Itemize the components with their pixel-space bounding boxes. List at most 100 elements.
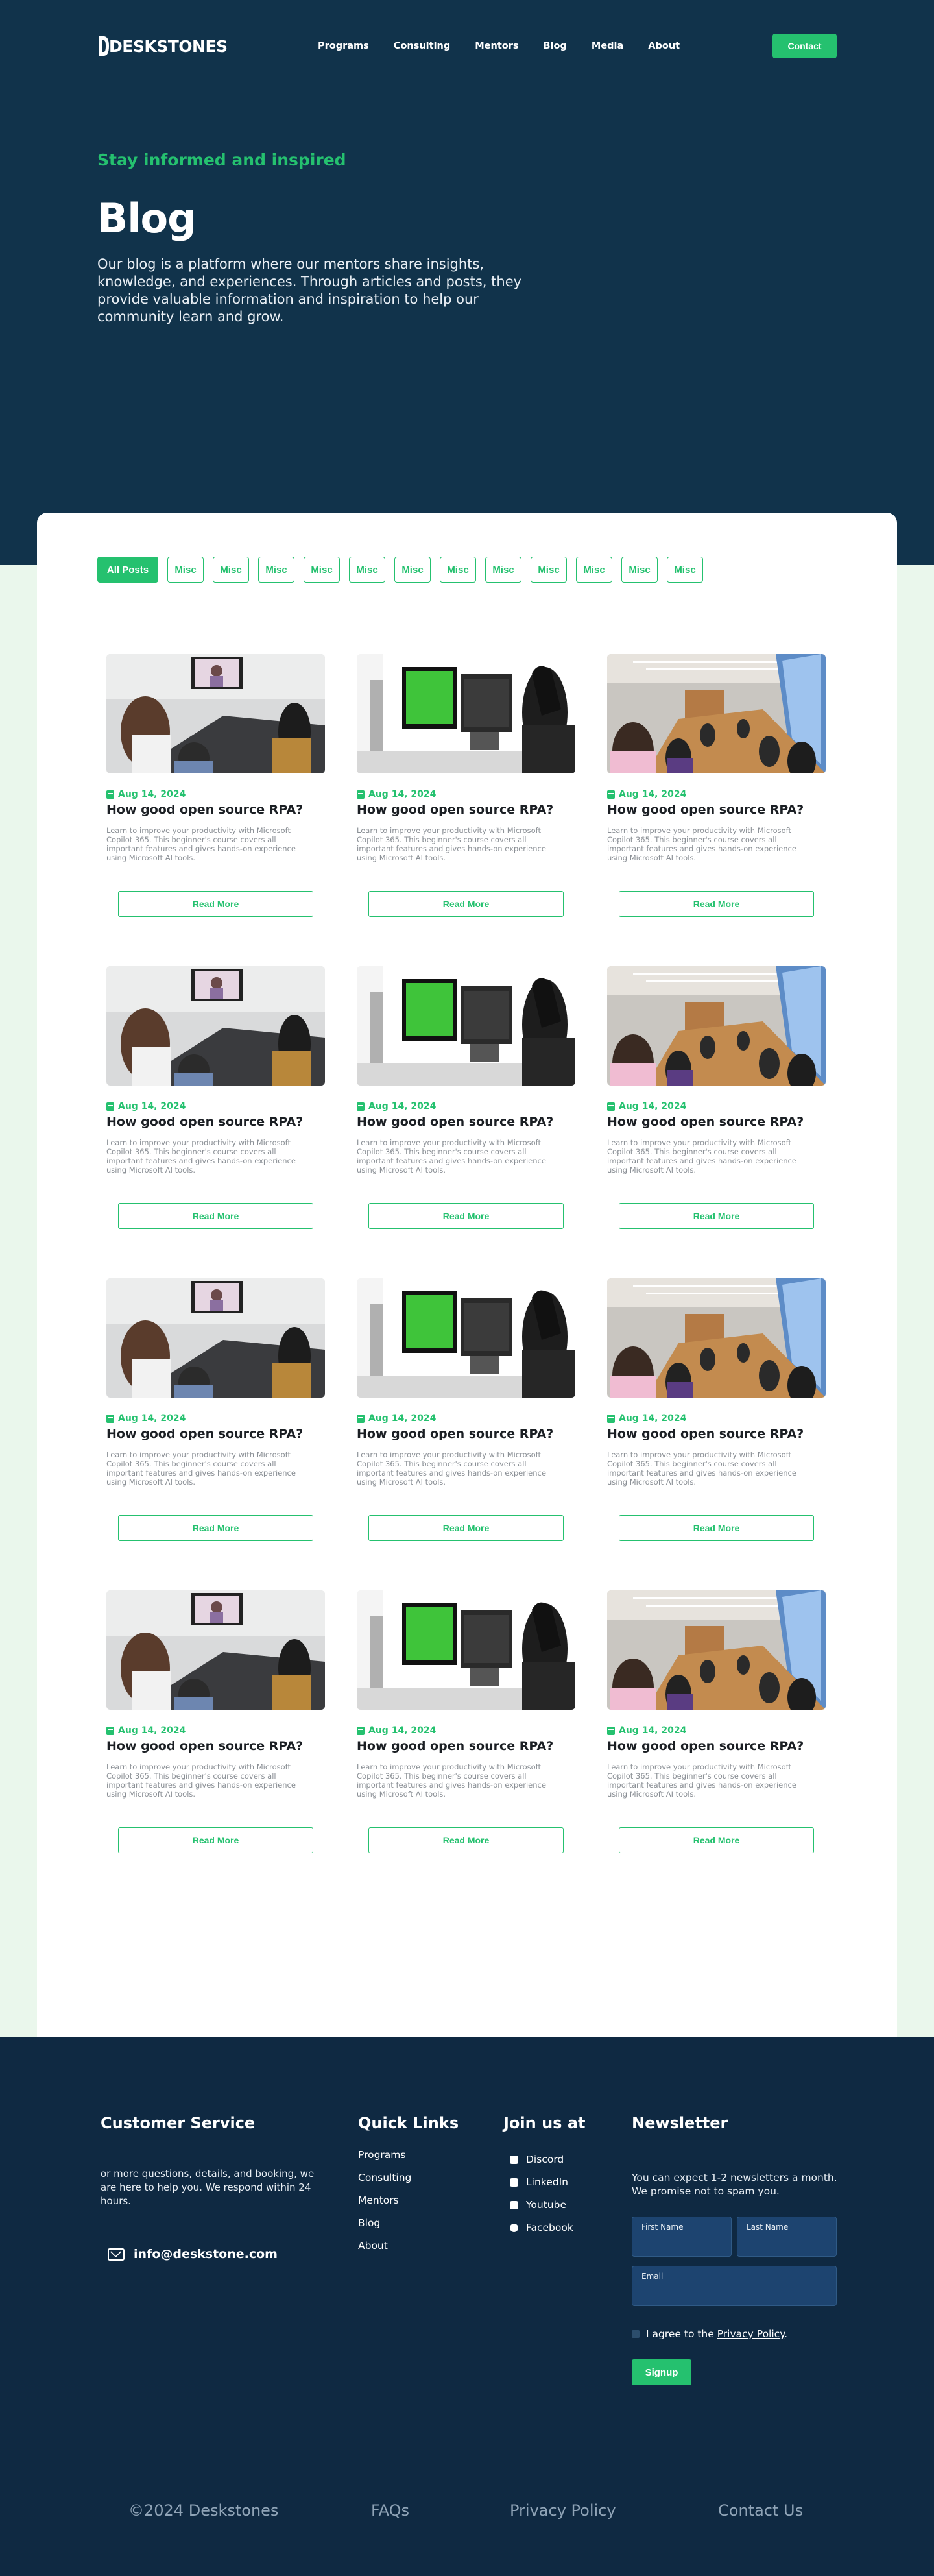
post-thumbnail[interactable] [607, 1590, 826, 1710]
privacy-policy-footer-link[interactable]: Privacy Policy [510, 2501, 616, 2520]
filter-chip-misc[interactable]: Misc [440, 557, 476, 583]
read-more-button[interactable]: Read More [368, 1827, 564, 1853]
privacy-checkbox[interactable] [632, 2330, 640, 2338]
post-thumbnail[interactable] [357, 1278, 575, 1398]
calendar-icon [357, 1726, 365, 1735]
post-thumbnail[interactable] [106, 966, 325, 1086]
read-more-button[interactable]: Read More [368, 1515, 564, 1541]
blog-post-card[interactable]: Aug 14, 2024 How good open source RPA? L… [357, 1278, 575, 1590]
blog-post-card[interactable]: Aug 14, 2024 How good open source RPA? L… [357, 654, 575, 966]
first-name-field[interactable]: First Name [632, 2217, 732, 2257]
filter-chip-all-posts[interactable]: All Posts [97, 557, 158, 583]
contact-button[interactable]: Contact [772, 34, 837, 58]
nav-link-consulting[interactable]: Consulting [394, 41, 450, 51]
post-title[interactable]: How good open source RPA? [607, 1115, 804, 1129]
post-title[interactable]: How good open source RPA? [607, 803, 804, 817]
blog-post-card[interactable]: Aug 14, 2024 How good open source RPA? L… [106, 654, 325, 966]
read-more-button[interactable]: Read More [619, 1203, 814, 1229]
last-name-input[interactable] [747, 2239, 827, 2250]
read-more-button[interactable]: Read More [368, 1203, 564, 1229]
post-date: Aug 14, 2024 [607, 1413, 686, 1424]
post-date-text: Aug 14, 2024 [368, 1413, 437, 1424]
filter-chip-misc[interactable]: Misc [213, 557, 249, 583]
first-name-input[interactable] [641, 2239, 722, 2250]
faqs-link[interactable]: FAQs [371, 2501, 409, 2520]
footer-link-about[interactable]: About [358, 2240, 411, 2252]
read-more-button[interactable]: Read More [118, 891, 313, 917]
filter-chip-misc[interactable]: Misc [667, 557, 703, 583]
footer-link-mentors[interactable]: Mentors [358, 2194, 411, 2206]
email-input[interactable] [641, 2289, 827, 2299]
signup-button[interactable]: Signup [632, 2359, 691, 2385]
filter-chip-misc[interactable]: Misc [531, 557, 567, 583]
read-more-button[interactable]: Read More [118, 1515, 313, 1541]
post-title[interactable]: How good open source RPA? [357, 1427, 553, 1441]
filter-chip-misc[interactable]: Misc [621, 557, 658, 583]
blog-post-card[interactable]: Aug 14, 2024 How good open source RPA? L… [607, 1590, 826, 1902]
post-title[interactable]: How good open source RPA? [106, 803, 303, 817]
blog-post-card[interactable]: Aug 14, 2024 How good open source RPA? L… [106, 966, 325, 1278]
post-date: Aug 14, 2024 [357, 1725, 436, 1736]
filter-chip-misc[interactable]: Misc [258, 557, 294, 583]
last-name-field[interactable]: Last Name [737, 2217, 837, 2257]
post-title[interactable]: How good open source RPA? [357, 803, 553, 817]
blog-post-card[interactable]: Aug 14, 2024 How good open source RPA? L… [607, 654, 826, 966]
privacy-policy-link[interactable]: Privacy Policy [717, 2328, 784, 2340]
post-thumbnail[interactable] [607, 1278, 826, 1398]
filter-chip-misc[interactable]: Misc [167, 557, 204, 583]
post-thumbnail[interactable] [357, 966, 575, 1086]
social-link-facebook[interactable]: Facebook [510, 2222, 573, 2233]
nav-link-about[interactable]: About [648, 41, 680, 51]
post-thumbnail[interactable] [357, 654, 575, 773]
footer-link-blog[interactable]: Blog [358, 2217, 411, 2229]
read-more-button[interactable]: Read More [619, 891, 814, 917]
read-more-button[interactable]: Read More [619, 1515, 814, 1541]
newsletter-text: You can expect 1-2 newsletters a month. … [632, 2172, 837, 2197]
read-more-button[interactable]: Read More [619, 1827, 814, 1853]
social-link-youtube[interactable]: Youtube [510, 2199, 573, 2211]
blog-post-card[interactable]: Aug 14, 2024 How good open source RPA? L… [607, 1278, 826, 1590]
email-link[interactable]: info@deskstone.com [108, 2247, 278, 2261]
blog-post-card[interactable]: Aug 14, 2024 How good open source RPA? L… [357, 1590, 575, 1902]
filter-chip-misc[interactable]: Misc [485, 557, 521, 583]
post-thumbnail[interactable] [607, 966, 826, 1086]
post-title[interactable]: How good open source RPA? [106, 1115, 303, 1129]
post-thumbnail[interactable] [106, 1278, 325, 1398]
post-thumbnail[interactable] [357, 1590, 575, 1710]
read-more-button[interactable]: Read More [368, 891, 564, 917]
blog-post-card[interactable]: Aug 14, 2024 How good open source RPA? L… [106, 1590, 325, 1902]
post-excerpt: Learn to improve your productivity with … [607, 826, 796, 862]
post-title[interactable]: How good open source RPA? [607, 1427, 804, 1441]
post-thumbnail[interactable] [607, 654, 826, 773]
brand-logo[interactable]: DESKSTONES [97, 35, 228, 57]
social-link-discord[interactable]: Discord [510, 2154, 573, 2165]
nav-link-programs[interactable]: Programs [318, 41, 369, 51]
read-more-button[interactable]: Read More [118, 1827, 313, 1853]
blog-post-card[interactable]: Aug 14, 2024 How good open source RPA? L… [607, 966, 826, 1278]
post-excerpt: Learn to improve your productivity with … [106, 1138, 296, 1174]
filter-chip-misc[interactable]: Misc [304, 557, 340, 583]
nav-link-mentors[interactable]: Mentors [475, 41, 518, 51]
nav-link-media[interactable]: Media [592, 41, 623, 51]
post-title[interactable]: How good open source RPA? [106, 1427, 303, 1441]
filter-chip-misc[interactable]: Misc [394, 557, 431, 583]
calendar-icon [106, 1414, 114, 1423]
post-title[interactable]: How good open source RPA? [106, 1739, 303, 1753]
post-thumbnail[interactable] [106, 654, 325, 773]
email-field[interactable]: Email [632, 2266, 837, 2306]
post-title[interactable]: How good open source RPA? [357, 1115, 553, 1129]
social-link-linkedin[interactable]: LinkedIn [510, 2176, 573, 2188]
footer-link-programs[interactable]: Programs [358, 2149, 411, 2161]
nav-link-blog[interactable]: Blog [544, 41, 567, 51]
post-title[interactable]: How good open source RPA? [607, 1739, 804, 1753]
filter-chip-misc[interactable]: Misc [576, 557, 612, 583]
blog-post-card[interactable]: Aug 14, 2024 How good open source RPA? L… [357, 966, 575, 1278]
post-thumbnail[interactable] [106, 1590, 325, 1710]
filter-chip-misc[interactable]: Misc [349, 557, 385, 583]
read-more-button[interactable]: Read More [118, 1203, 313, 1229]
footer-link-consulting[interactable]: Consulting [358, 2172, 411, 2183]
contact-us-link[interactable]: Contact Us [718, 2501, 803, 2520]
blog-post-card[interactable]: Aug 14, 2024 How good open source RPA? L… [106, 1278, 325, 1590]
post-excerpt: Learn to improve your productivity with … [106, 1762, 296, 1799]
post-title[interactable]: How good open source RPA? [357, 1739, 553, 1753]
